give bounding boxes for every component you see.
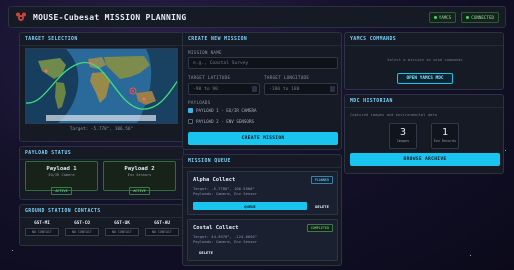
world-map[interactable]: [25, 48, 178, 124]
stat-value: 1: [441, 127, 449, 138]
app-title: MOUSE-Cubesat MISSION PLANNING: [33, 12, 187, 22]
stat-label: Images: [396, 139, 410, 143]
station-name: GST-UK: [114, 221, 130, 226]
payload-2-checkbox-row[interactable]: PAYLOAD 2 - ENV SENSORS: [188, 119, 254, 124]
longitude-input[interactable]: -180 to 180: [264, 83, 338, 95]
latitude-label: TARGET LATITUDE: [188, 75, 231, 80]
ground-station-uk: GST-UK NO CONTACT: [105, 221, 139, 236]
mission-name-input[interactable]: e.g., Coastal Survey: [188, 57, 338, 69]
world-map-graphic[interactable]: [26, 49, 178, 124]
delete-mission-button[interactable]: DELETE: [193, 248, 219, 256]
mdc-historian-panel: MDC HISTORIAN Captured images and enviro…: [344, 94, 504, 174]
delete-mission-button[interactable]: DELETE: [309, 202, 335, 210]
panel-title: MISSION QUEUE: [183, 155, 341, 168]
mission-status-badge: PLANNED: [310, 176, 333, 184]
mission-payloads: Payloads: Camera, Env Sensor: [193, 191, 258, 196]
panel-title: YAMCS COMMANDS: [345, 33, 503, 46]
badge-label: YAMCS: [438, 14, 452, 20]
browse-archive-button[interactable]: BROWSE ARCHIVE: [350, 153, 500, 166]
latitude-input[interactable]: -90 to 90: [188, 83, 260, 95]
longitude-label: TARGET LONGITUDE: [264, 75, 310, 80]
payload-1-checkbox-row[interactable]: PAYLOAD 1 - EO/IR CAMERA: [188, 108, 257, 113]
images-count-stat: 3 Images: [389, 123, 417, 149]
ground-station-panel: GROUND STATION CONTACTS GST-MI NO CONTAC…: [19, 204, 184, 246]
yamcs-commands-panel: YAMCS COMMANDS Select a mission to send …: [344, 32, 504, 90]
payload-name: Payload 1: [46, 166, 77, 172]
mission-status-badge: COMPLETED: [306, 224, 333, 232]
status-dot-icon: [466, 15, 470, 19]
stat-label: Env Records: [433, 139, 457, 143]
payload-status-panel: PAYLOAD STATUS Payload 1 EO/IR Camera AC…: [19, 146, 184, 200]
queue-mission-button[interactable]: QUEUE: [193, 202, 307, 210]
latitude-placeholder: -90 to 90: [193, 86, 218, 92]
ground-station-mi: GST-MI NO CONTACT: [25, 221, 59, 236]
ground-station-co: GST-CO NO CONTACT: [65, 221, 99, 236]
payload-1-checkbox[interactable]: [188, 108, 193, 113]
mission-name: Costal Collect: [193, 225, 239, 231]
create-mission-panel: CREATE NEW MISSION MISSION NAME e.g., Co…: [182, 32, 342, 150]
target-selection-panel: TARGET SELECTION Target: -5.778°, 106.56…: [19, 32, 184, 142]
yamcs-hint: Select a mission to send commands: [387, 57, 463, 62]
mission-name: Alpha Collect: [193, 177, 236, 183]
badge-label: CONNECTED: [471, 14, 494, 20]
payloads-label: PAYLOADS: [188, 100, 211, 105]
status-dot-icon: [433, 15, 437, 19]
mission-payloads: Payloads: Camera, Env Sensor: [193, 239, 258, 244]
stat-value: 3: [399, 127, 407, 138]
payload-2-checkbox[interactable]: [188, 119, 193, 124]
mission-card-costal[interactable]: Costal Collect COMPLETED Target: 44.5970…: [187, 219, 338, 261]
payload-2-card: Payload 2 Env Sensors ACTIVE: [103, 161, 176, 195]
contact-state: NO CONTACT: [145, 228, 179, 236]
panel-title: CREATE NEW MISSION: [183, 33, 341, 46]
payload-1-card: Payload 1 EO/IR Camera ACTIVE: [25, 161, 98, 195]
station-name: GST-MI: [34, 221, 50, 226]
panel-title: TARGET SELECTION: [20, 33, 183, 46]
payload-state-badge: ACTIVE: [129, 187, 150, 195]
target-coordinates: Target: -5.778°, 106.56°: [69, 127, 134, 132]
mission-name-label: MISSION NAME: [188, 50, 222, 55]
payload-description: Env Sensors: [127, 173, 152, 177]
longitude-stepper-icon[interactable]: [330, 86, 335, 92]
env-records-stat: 1 Env Records: [431, 123, 459, 149]
mouse-logo-icon: [16, 12, 26, 21]
create-mission-button[interactable]: CREATE MISSION: [188, 132, 338, 145]
panel-title: GROUND STATION CONTACTS: [20, 205, 183, 218]
payload-description: EO/IR Camera: [48, 173, 75, 177]
longitude-placeholder: -180 to 180: [269, 86, 300, 92]
latitude-stepper-icon[interactable]: [252, 86, 257, 92]
panel-title: PAYLOAD STATUS: [20, 147, 183, 160]
yamcs-status-badge: YAMCS: [428, 11, 457, 23]
payload-1-option-label: PAYLOAD 1 - EO/IR CAMERA: [196, 108, 257, 113]
payload-name: Payload 2: [124, 166, 155, 172]
contact-state: NO CONTACT: [25, 228, 59, 236]
payload-2-option-label: PAYLOAD 2 - ENV SENSORS: [196, 119, 254, 124]
contact-state: NO CONTACT: [105, 228, 139, 236]
mdc-hint: Captured images and environmental data: [350, 112, 437, 117]
payload-state-badge: ACTIVE: [51, 187, 72, 195]
panel-title: MDC HISTORIAN: [345, 95, 503, 108]
open-yamcs-mdc-button[interactable]: OPEN YAMCS MDC: [397, 73, 453, 84]
contact-state: NO CONTACT: [65, 228, 99, 236]
station-name: GST-AU: [154, 221, 170, 226]
connection-status-badge: CONNECTED: [461, 11, 499, 23]
station-name: GST-CO: [74, 221, 90, 226]
mission-card-alpha[interactable]: Alpha Collect PLANNED Target: -5.7780°, …: [187, 171, 338, 215]
app-header: MOUSE-Cubesat MISSION PLANNING YAMCS CON…: [8, 6, 506, 28]
ground-station-au: GST-AU NO CONTACT: [145, 221, 179, 236]
mission-queue-panel: MISSION QUEUE Alpha Collect PLANNED Targ…: [182, 154, 342, 266]
